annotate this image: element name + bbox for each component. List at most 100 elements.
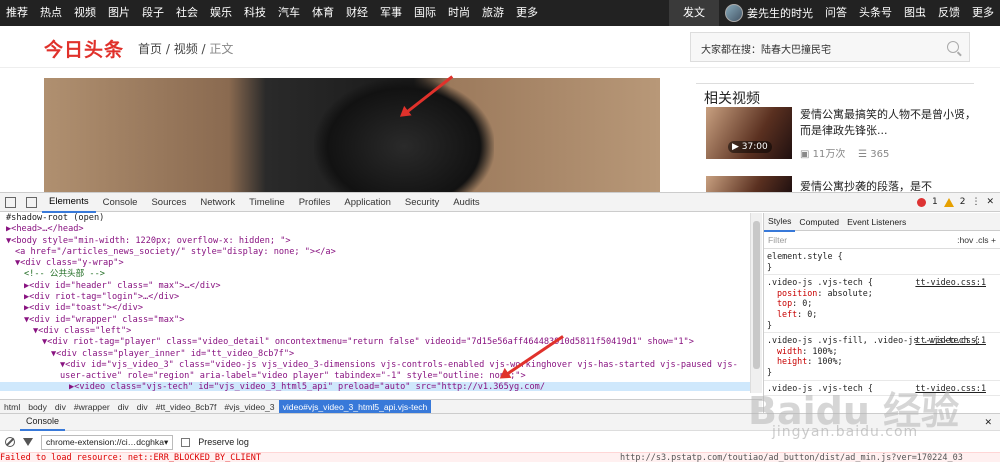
nav-item-12[interactable]: 国际 — [408, 0, 442, 26]
nav-item-15[interactable]: 更多 — [510, 0, 544, 26]
search-input[interactable]: 大家都在搜：陆春大巴撞民宅 — [690, 32, 970, 62]
nav-item-7[interactable]: 科技 — [238, 0, 272, 26]
close-icon[interactable]: ✕ — [986, 197, 994, 207]
dom-breadcrumb-item[interactable]: html — [0, 400, 24, 414]
style-rule[interactable]: element.style {} — [764, 249, 1000, 276]
rule-source-link[interactable]: tt-video.css:1 — [915, 335, 986, 346]
nav-right-item[interactable]: 图虫 — [898, 0, 932, 26]
dom-node-line[interactable]: user-active" role="region" aria-label="v… — [0, 371, 750, 382]
dom-breadcrumb-item[interactable]: #wrapper — [70, 400, 114, 414]
dom-node-line[interactable]: ▼<div class="left"> — [0, 326, 750, 337]
devtools-tab-console[interactable]: Console — [96, 193, 145, 212]
related-item[interactable]: ▶ 37:00 爱情公寓最搞笑的人物不是曾小贤，而是律政先锋张... ▣ 11万… — [706, 107, 976, 163]
styles-tab[interactable]: Styles — [764, 213, 796, 232]
user-name[interactable]: 姜先生的时光 — [747, 5, 813, 21]
nav-item-6[interactable]: 娱乐 — [204, 0, 238, 26]
dom-node-line[interactable]: ▶<head>…</head> — [0, 224, 750, 235]
styles-filter[interactable]: Filter :hov .cls + — [764, 231, 1000, 249]
nav-item-3[interactable]: 图片 — [102, 0, 136, 26]
breadcrumb-home[interactable]: 首页 — [138, 42, 162, 56]
clear-console-icon[interactable] — [5, 437, 15, 447]
nav-item-10[interactable]: 财经 — [340, 0, 374, 26]
styles-tab[interactable]: Computed — [795, 213, 843, 231]
styles-filter-toggles[interactable]: :hov .cls + — [957, 235, 996, 245]
nav-item-9[interactable]: 体育 — [306, 0, 340, 26]
rule-source-link[interactable]: tt-video.css:1 — [915, 277, 986, 288]
dom-node-line[interactable]: ▼<div id="vjs_video_3" class="video-js v… — [0, 360, 750, 371]
devtools-tab-profiles[interactable]: Profiles — [292, 193, 338, 212]
dom-node-line[interactable]: ▶<video class="vjs-tech" id="vjs_video_3… — [0, 382, 750, 391]
nav-right-item[interactable]: 问答 — [819, 0, 853, 26]
nav-right-item[interactable]: 头条号 — [853, 0, 898, 26]
dom-node-line[interactable]: #shadow-root (open) — [0, 213, 750, 224]
more-menu-icon[interactable]: ⋮ — [971, 197, 980, 207]
nav-item-5[interactable]: 社会 — [170, 0, 204, 26]
user-menu[interactable]: 姜先生的时光 — [719, 4, 819, 22]
dom-node-line[interactable]: ▼<div class="y-wrap"> — [0, 258, 750, 269]
close-drawer-icon[interactable]: ✕ — [984, 417, 992, 428]
dom-breadcrumb-item[interactable]: #vjs_video_3 — [220, 400, 278, 414]
dom-breadcrumb-item[interactable]: div — [114, 400, 133, 414]
nav-item-11[interactable]: 军事 — [374, 0, 408, 26]
related-item-title[interactable]: 爱情公寓抄袭的段落，是不 — [800, 179, 976, 192]
dom-breadcrumb-item[interactable]: div — [133, 400, 152, 414]
dom-breadcrumb-item[interactable]: video#vjs_video_3_html5_api.vjs-tech — [278, 399, 432, 414]
styles-tab[interactable]: Event Listeners — [843, 213, 910, 231]
style-rule[interactable]: .video-js .vjs-fill, .video-js .vjs-tech… — [764, 333, 1000, 381]
dom-node-line[interactable]: ▼<div riot-tag="player" class="video_det… — [0, 337, 750, 348]
style-property[interactable]: top: 0; — [767, 298, 997, 309]
nav-right-item[interactable]: 反馈 — [932, 0, 966, 26]
nav-item-8[interactable]: 汽车 — [272, 0, 306, 26]
dom-breadcrumb-item[interactable]: body — [24, 400, 51, 414]
dom-node-line[interactable]: ▼<div id="wrapper" class="max"> — [0, 315, 750, 326]
devtools-tab-application[interactable]: Application — [337, 193, 397, 212]
dom-node-line[interactable]: ▼<body style="min-width: 1220px; overflo… — [0, 236, 750, 247]
nav-item-2[interactable]: 视频 — [68, 0, 102, 26]
style-property[interactable]: height: 100%; — [767, 356, 997, 367]
device-toggle-icon[interactable] — [26, 196, 37, 208]
dom-breadcrumb-item[interactable]: div — [51, 400, 70, 414]
nav-item-13[interactable]: 时尚 — [442, 0, 476, 26]
devtools-tab-timeline[interactable]: Timeline — [242, 193, 292, 212]
related-item[interactable]: 爱情公寓抄袭的段落，是不 — [706, 176, 976, 192]
search-icon[interactable] — [947, 41, 959, 53]
console-error-source[interactable]: http://s3.pstatp.com/toutiao/ad_button/d… — [620, 453, 963, 462]
dom-node-line[interactable]: ▼<div class="player_inner" id="tt_video_… — [0, 349, 750, 360]
related-thumbnail[interactable] — [706, 176, 792, 192]
nav-item-4[interactable]: 段子 — [136, 0, 170, 26]
nav-item-14[interactable]: 旅游 — [476, 0, 510, 26]
style-property[interactable]: position: absolute; — [767, 288, 997, 299]
publish-button[interactable]: 发文 — [669, 0, 719, 26]
dom-node-line[interactable]: <a href="/articles_news_society/" style=… — [0, 247, 750, 258]
devtools-tab-security[interactable]: Security — [398, 193, 446, 212]
context-select[interactable]: chrome-extension://ci…dcghka▾ — [41, 434, 174, 450]
style-rule[interactable]: .video-js .vjs-tech {tt-video.css:1 posit… — [764, 275, 1000, 334]
related-item-title[interactable]: 爱情公寓最搞笑的人物不是曾小贤，而是律政先锋张... — [800, 107, 976, 139]
dom-node-line[interactable]: <!-- 公共头部 --> — [0, 269, 750, 280]
dom-node-line[interactable]: ▶<div id="toast"></div> — [0, 303, 750, 314]
dom-node-line[interactable]: ▶<div riot-tag="login">…</div> — [0, 292, 750, 303]
dom-node-line[interactable]: ▶<div id="header" class=" max">…</div> — [0, 281, 750, 292]
devtools-tab-network[interactable]: Network — [193, 193, 242, 212]
site-logo[interactable]: 今日头条 — [44, 35, 124, 62]
elements-scrollbar[interactable] — [750, 213, 762, 393]
style-property[interactable]: left: 0; — [767, 309, 997, 320]
devtools-tab-elements[interactable]: Elements — [42, 192, 96, 213]
console-tab[interactable]: Console — [20, 413, 66, 431]
inspect-icon[interactable] — [5, 196, 16, 208]
nav-item-0[interactable]: 推荐 — [0, 0, 34, 26]
scrollbar-thumb[interactable] — [753, 221, 760, 369]
nav-right-item[interactable]: 更多 — [966, 0, 1000, 26]
breadcrumb-video[interactable]: 视频 — [174, 42, 198, 56]
related-thumbnail[interactable]: ▶ 37:00 — [706, 107, 792, 159]
video-player[interactable] — [44, 78, 660, 192]
devtools-counters[interactable]: 1 2 ⋮ ✕ — [916, 197, 994, 207]
devtools-tab-audits[interactable]: Audits — [446, 193, 486, 212]
preserve-log-checkbox[interactable] — [181, 437, 191, 447]
elements-tree[interactable]: #shadow-root (open) ▶<head>…</head> ▼<body… — [0, 213, 750, 391]
nav-item-1[interactable]: 热点 — [34, 0, 68, 26]
avatar[interactable] — [725, 4, 743, 22]
style-property[interactable]: width: 100%; — [767, 346, 997, 357]
styles-filter-input[interactable]: Filter — [768, 235, 787, 245]
filter-icon[interactable] — [23, 438, 33, 446]
